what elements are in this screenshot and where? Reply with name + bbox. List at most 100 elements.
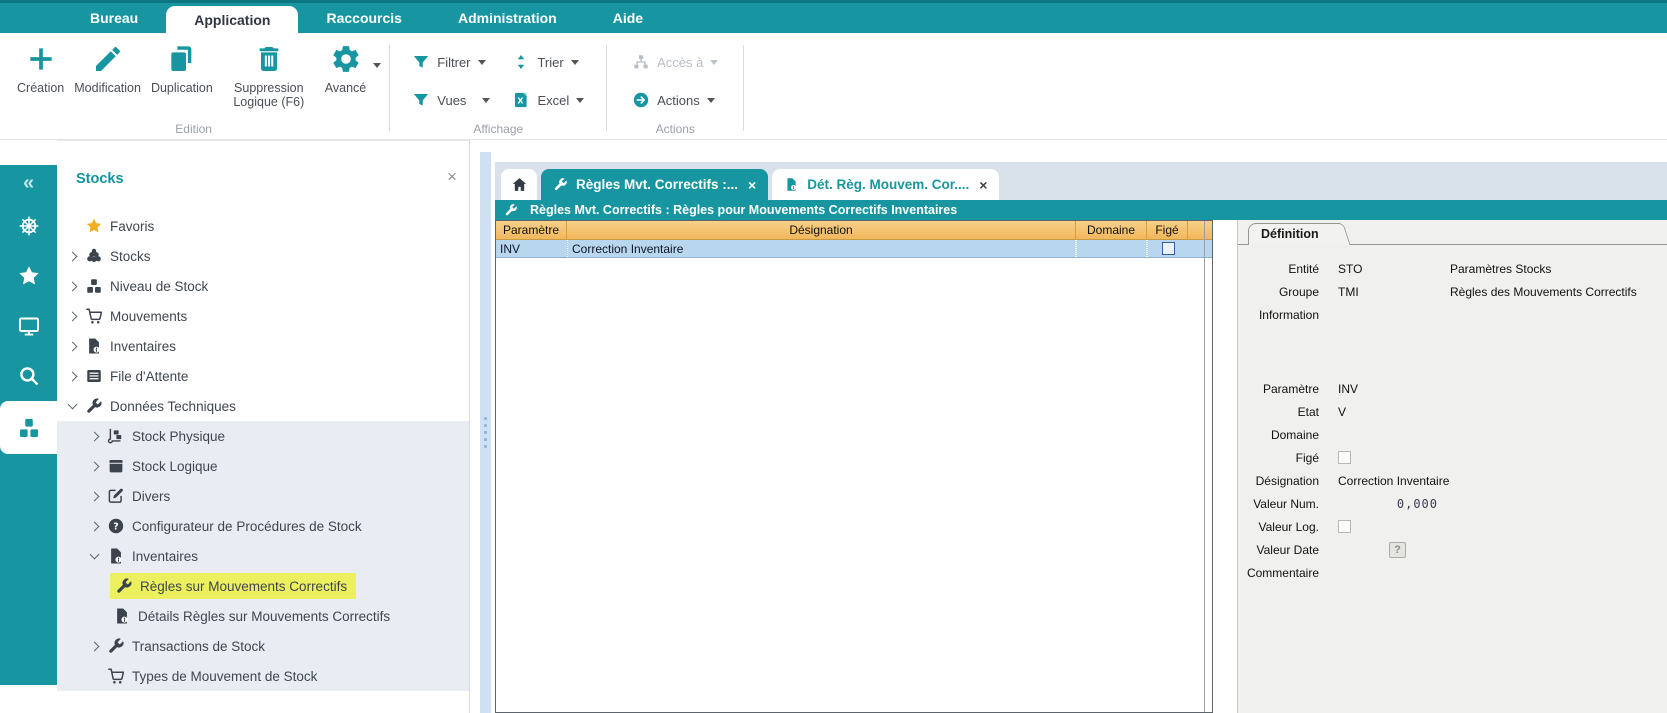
application-window: Bureau Application Raccourcis Administra… (0, 0, 1667, 713)
sidebar-item-search[interactable] (0, 351, 57, 401)
avance-button[interactable]: Avancé (325, 43, 366, 95)
column-header-domaine[interactable]: Domaine (1076, 221, 1147, 239)
sidebar-item-favorites[interactable] (0, 251, 57, 301)
column-header-fige[interactable]: Figé (1147, 221, 1188, 239)
star-icon (85, 217, 103, 235)
cell-parametre: INV (496, 240, 567, 257)
chevron-right-icon[interactable] (67, 251, 77, 261)
parametre-value[interactable]: INV (1338, 382, 1358, 396)
chevron-right-icon[interactable] (89, 641, 99, 651)
tree-item-stock-physique[interactable]: Stock Physique (57, 421, 469, 451)
edit-icon (107, 487, 125, 505)
chevron-right-icon[interactable] (67, 311, 77, 321)
chevron-right-icon[interactable] (67, 371, 77, 381)
valeur-num-value[interactable]: 0,000 (1338, 497, 1438, 511)
main-area: Règles Mvt. Correctifs :... × Dét. Règ. … (495, 140, 1667, 713)
wrench-icon (115, 577, 133, 595)
menu-administration[interactable]: Administration (430, 3, 585, 33)
trier-button[interactable]: Trier (508, 51, 588, 73)
valeur-log-checkbox[interactable] (1338, 520, 1351, 533)
copy-icon (166, 43, 198, 75)
tab-definition[interactable]: Définition (1248, 223, 1340, 245)
vues-button[interactable]: Vues (408, 89, 494, 111)
chevron-down-icon[interactable] (89, 550, 99, 560)
excel-label: Excel (537, 93, 569, 108)
chevron-down-icon[interactable] (67, 400, 77, 410)
tree-item-inventaires-sub[interactable]: Inventaires (57, 541, 469, 571)
tree-item-types-de-mouvement[interactable]: Types de Mouvement de Stock (57, 661, 469, 691)
duplication-button[interactable]: Duplication (151, 43, 213, 95)
chevron-down-icon[interactable] (482, 98, 490, 103)
close-icon[interactable]: × (748, 177, 756, 193)
menu-aide[interactable]: Aide (585, 3, 671, 33)
close-icon[interactable]: × (979, 177, 987, 193)
actions-button[interactable]: Actions (628, 89, 722, 111)
tree-item-transactions-de-stock[interactable]: Transactions de Stock (57, 631, 469, 661)
home-icon (511, 176, 528, 193)
etat-value[interactable]: V (1338, 405, 1346, 419)
tree-item-donnees-techniques[interactable]: Données Techniques (57, 391, 469, 421)
column-header-parametre[interactable]: Paramètre (496, 221, 567, 239)
tree-item-inventaires[interactable]: Inventaires (57, 331, 469, 361)
creation-label: Création (17, 81, 64, 95)
designation-value[interactable]: Correction Inventaire (1338, 474, 1449, 488)
menu-application[interactable]: Application (166, 6, 298, 33)
creation-button[interactable]: Création (17, 43, 64, 95)
column-header-designation[interactable]: Désignation (567, 221, 1076, 239)
tab-det-reg-mouvem[interactable]: Dét. Règ. Mouvem. Cor.... × (772, 169, 999, 200)
sidebar-item-helm[interactable] (0, 201, 57, 251)
chevron-right-icon[interactable] (67, 281, 77, 291)
chevron-down-icon[interactable] (576, 98, 584, 103)
chevron-right-icon[interactable] (67, 341, 77, 351)
collapse-sidebar-button[interactable] (0, 165, 57, 201)
tree-item-mouvements[interactable]: Mouvements (57, 301, 469, 331)
tree-item-divers[interactable]: Divers (57, 481, 469, 511)
home-tab[interactable] (501, 169, 537, 200)
chevron-right-icon[interactable] (89, 491, 99, 501)
sidebar-item-monitor[interactable] (0, 301, 57, 351)
tab-regles-mvt-correctifs[interactable]: Règles Mvt. Correctifs :... × (541, 169, 768, 200)
ribbon-group-edition-label: Edition (0, 122, 387, 136)
modification-button[interactable]: Modification (74, 43, 141, 95)
panel-splitter[interactable] (480, 152, 491, 713)
chevron-right-icon[interactable] (89, 521, 99, 531)
chevron-down-icon[interactable] (571, 60, 579, 65)
close-icon[interactable]: × (447, 167, 457, 187)
tree-item-details-regles-mouvements-correctifs[interactable]: Détails Règles sur Mouvements Correctifs (57, 601, 469, 631)
suppression-logique-button[interactable]: Suppression Logique (F6) (223, 43, 315, 109)
menubar: Bureau Application Raccourcis Administra… (0, 0, 1667, 33)
acces-a-button[interactable]: Accès à (628, 51, 722, 73)
tab-label: Dét. Règ. Mouvem. Cor.... (807, 177, 969, 192)
date-picker-button[interactable]: ? (1389, 542, 1406, 558)
tree-item-file-dattente[interactable]: File d'Attente (57, 361, 469, 391)
field-label: Désignation (1238, 474, 1319, 488)
chevron-right-icon[interactable] (89, 431, 99, 441)
document-tabstrip: Règles Mvt. Correctifs :... × Dét. Règ. … (495, 162, 1667, 200)
field-valeur-log: Valeur Log. (1238, 515, 1667, 538)
tree-item-label: Transactions de Stock (132, 639, 265, 654)
ribbon-group-actions-label: Actions (609, 122, 741, 136)
tree-item-favoris[interactable]: Favoris (57, 211, 469, 241)
chevron-down-icon[interactable] (373, 63, 381, 68)
entite-value[interactable]: STO (1338, 262, 1362, 276)
tree-item-stock-logique[interactable]: Stock Logique (57, 451, 469, 481)
chevron-down-icon[interactable] (707, 98, 715, 103)
chevron-right-icon[interactable] (89, 461, 99, 471)
table-scroll-gutter[interactable] (1204, 221, 1205, 712)
filtrer-label: Filtrer (437, 55, 470, 70)
menu-raccourcis[interactable]: Raccourcis (298, 3, 429, 33)
tree-item-niveau-de-stock[interactable]: Niveau de Stock (57, 271, 469, 301)
excel-button[interactable]: Excel (508, 89, 588, 111)
fige-checkbox[interactable] (1162, 242, 1175, 255)
tree-item-configurateur[interactable]: Configurateur de Procédures de Stock (57, 511, 469, 541)
sidebar-item-stocks-module[interactable] (0, 401, 57, 454)
chevron-down-icon[interactable] (478, 60, 486, 65)
tree-item-regles-mouvements-correctifs[interactable]: Règles sur Mouvements Correctifs (57, 571, 469, 601)
tree-item-stocks[interactable]: Stocks (57, 241, 469, 271)
navigation-tree: Favoris Stocks Niveau de Stock Mouvement… (57, 211, 469, 691)
table-row[interactable]: INV Correction Inventaire (496, 240, 1212, 258)
fige-form-checkbox[interactable] (1338, 451, 1351, 464)
menu-bureau[interactable]: Bureau (62, 3, 166, 33)
filtrer-button[interactable]: Filtrer (408, 51, 494, 73)
groupe-value[interactable]: TMI (1338, 285, 1359, 299)
